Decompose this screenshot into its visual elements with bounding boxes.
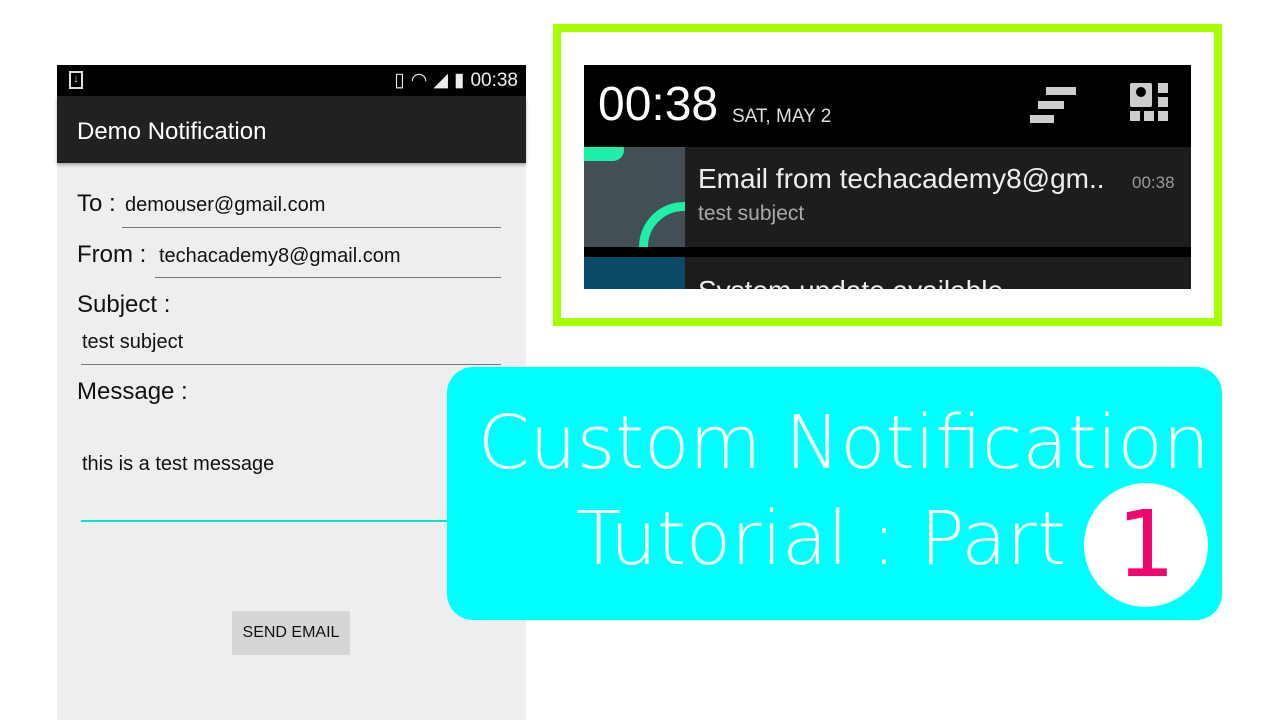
quick-settings-icon[interactable] — [1130, 83, 1170, 123]
app-title: Demo Notification — [57, 96, 526, 163]
notification-title: System update available — [698, 275, 1003, 289]
notification-item[interactable]: System update available — [584, 257, 1191, 289]
from-underline — [155, 277, 501, 278]
panel-clock: 00:38 — [598, 78, 719, 131]
subject-field[interactable]: test subject — [82, 331, 183, 354]
subject-underline — [81, 364, 501, 365]
message-field[interactable]: this is a test message — [82, 453, 274, 476]
notification-title: Email from techacademy8@gm.. — [698, 163, 1105, 194]
notification-text: test subject — [698, 202, 805, 225]
banner-line-1: Custom Notification — [478, 400, 1210, 486]
battery-icon: ▮ — [453, 70, 465, 91]
send-email-button[interactable]: SEND EMAIL — [232, 611, 350, 655]
subject-label: Subject : — [77, 291, 171, 318]
notification-panel: 00:38 SAT, MAY 2 Email from techacademy8… — [584, 65, 1191, 289]
download-icon: ↓ — [69, 71, 83, 89]
wifi-icon: ◠ — [410, 70, 428, 91]
from-field[interactable]: techacademy8@gmail.com — [159, 245, 401, 268]
part-number-badge: 1 — [1084, 483, 1208, 607]
to-underline — [122, 227, 501, 228]
to-label: To : — [77, 190, 116, 217]
message-underline — [81, 520, 481, 522]
vibrate-icon: ▯ — [394, 70, 405, 91]
panel-date: SAT, MAY 2 — [732, 106, 832, 127]
from-label: From : — [77, 241, 147, 268]
signal-icon: ◢ — [433, 70, 448, 91]
notification-thumbnail — [584, 147, 685, 247]
status-bar: ↓ ▯ ◠ ◢ ▮ 00:38 — [57, 65, 526, 96]
message-label: Message : — [77, 378, 188, 405]
notification-item[interactable]: Email from techacademy8@gm.. 00:38 test … — [584, 147, 1191, 247]
to-field[interactable]: demouser@gmail.com — [125, 194, 325, 217]
banner-line-2: Tutorial : Part — [576, 496, 1067, 582]
notification-time: 00:38 — [1132, 173, 1175, 192]
clear-all-icon[interactable] — [1030, 87, 1078, 125]
notification-thumbnail — [584, 257, 685, 289]
status-time: 00:38 — [470, 69, 518, 91]
